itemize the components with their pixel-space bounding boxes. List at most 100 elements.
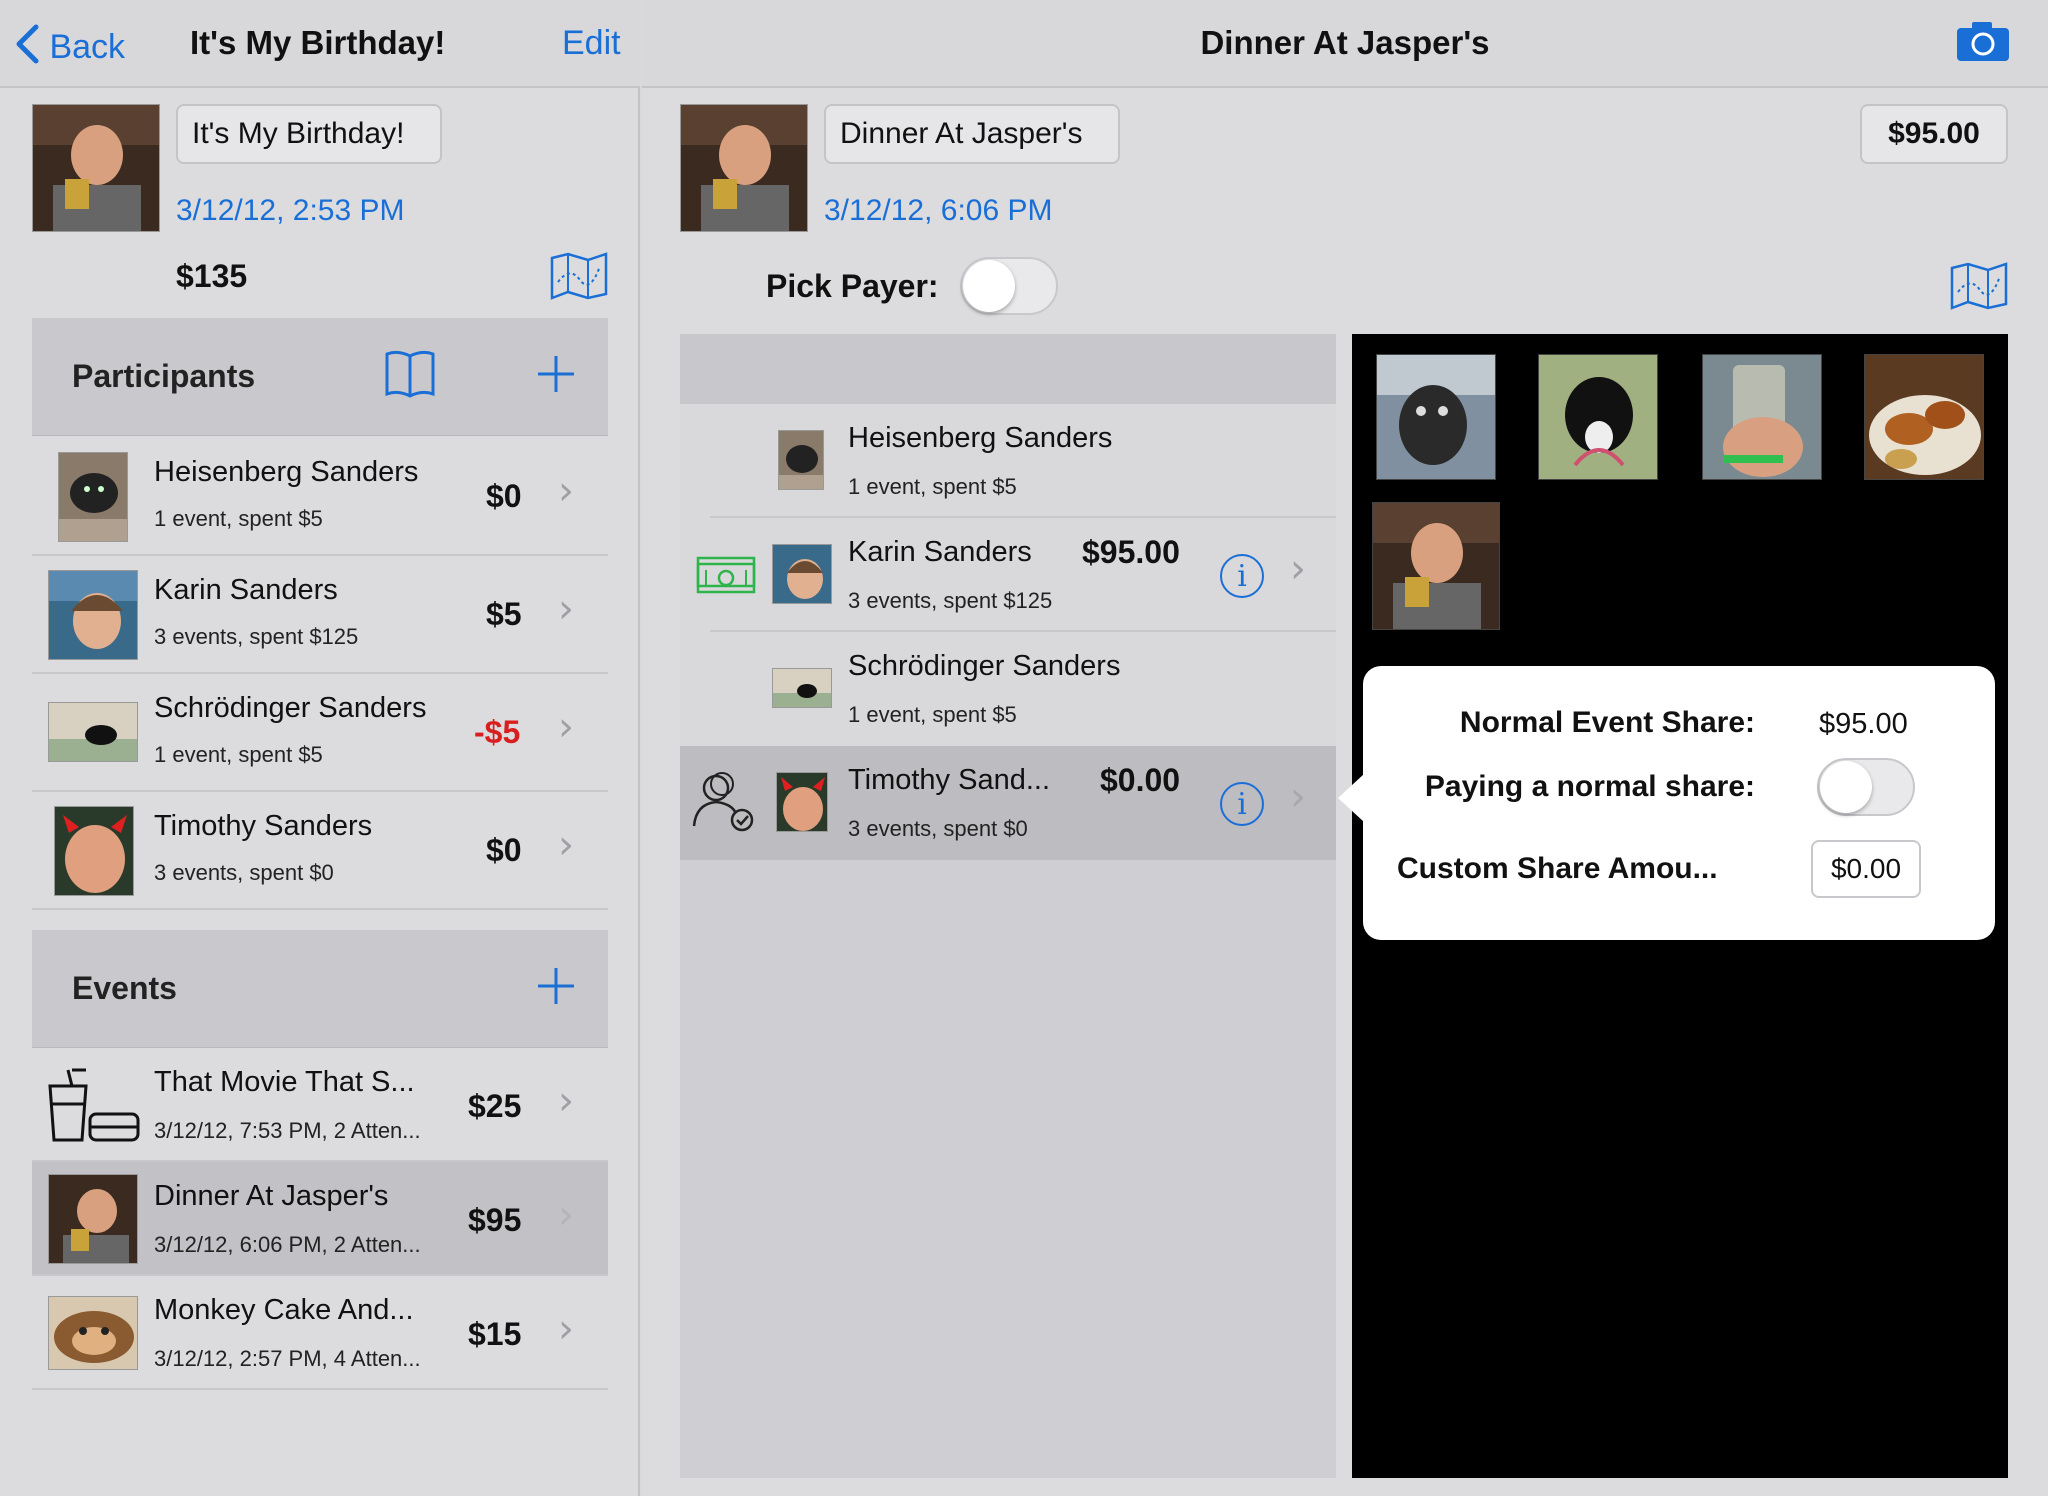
participant-name: Timothy Sanders xyxy=(154,810,373,842)
back-button[interactable]: Back xyxy=(14,24,125,67)
toggle-knob xyxy=(963,260,1015,312)
participants-title: Participants xyxy=(72,358,256,394)
event-amount: $25 xyxy=(468,1088,522,1124)
camera-icon xyxy=(1957,22,2009,61)
participant-avatar xyxy=(48,570,138,660)
info-icon: i xyxy=(1237,558,1247,594)
chevron-right-icon: › xyxy=(558,468,574,514)
event-amount: $95 xyxy=(468,1202,522,1238)
attendee-name: Heisenberg Sanders xyxy=(848,422,1113,454)
event-amount: $15 xyxy=(468,1316,522,1352)
attendee-paid-amount: $95.00 xyxy=(1082,534,1180,570)
photo-thumbnail[interactable] xyxy=(1372,502,1500,630)
participant-balance: $0 xyxy=(486,832,522,868)
participant-avatar xyxy=(58,452,128,542)
event-row[interactable]: That Movie That S... 3/12/12, 7:53 PM, 2… xyxy=(32,1048,608,1162)
event-row[interactable]: Monkey Cake And... 3/12/12, 2:57 PM, 4 A… xyxy=(32,1276,608,1390)
group-date[interactable]: 3/12/12, 2:53 PM xyxy=(176,194,405,228)
attendee-summary: 1 event, spent $5 xyxy=(848,702,1017,727)
attendee-row-selected[interactable]: Timothy Sand... 3 events, spent $0 $0.00… xyxy=(680,746,1336,860)
chevron-right-icon: › xyxy=(1290,774,1306,820)
participants-header: Participants xyxy=(32,318,608,436)
event-title: Dinner At Jasper's xyxy=(1200,24,1490,61)
group-total: $135 xyxy=(176,258,248,294)
movie-snack-icon xyxy=(46,1068,140,1149)
photo-thumbnail[interactable] xyxy=(1538,354,1658,480)
normal-share-label: Normal Event Share: xyxy=(1459,706,1755,739)
group-name-input[interactable]: It's My Birthday! xyxy=(176,104,442,164)
attendee-row[interactable]: Heisenberg Sanders 1 event, spent $5 xyxy=(680,404,1336,518)
custom-share-label: Custom Share Amou... xyxy=(1397,852,1718,885)
participant-summary: 3 events, spent $125 xyxy=(154,624,359,649)
event-name: That Movie That S... xyxy=(154,1066,415,1098)
attendee-avatar xyxy=(772,544,832,604)
group-photo[interactable] xyxy=(32,104,160,232)
photo-thumbnail[interactable] xyxy=(1702,354,1822,480)
chevron-right-icon: › xyxy=(558,1192,574,1238)
left-pane: Back It's My Birthday! Edit It's My Birt… xyxy=(0,0,640,1496)
right-navbar: Dinner At Jasper's xyxy=(642,0,2048,88)
add-event-button[interactable] xyxy=(536,966,576,1011)
normal-share-value: $95.00 xyxy=(1819,708,1908,740)
add-participant-button[interactable] xyxy=(536,354,576,399)
event-summary: 3/12/12, 7:53 PM, 2 Atten... xyxy=(154,1118,421,1143)
participant-row[interactable]: Schrödinger Sanders 1 event, spent $5 -$… xyxy=(32,674,608,792)
event-photo xyxy=(48,1296,138,1370)
attendee-list-header xyxy=(680,334,1336,404)
attendee-summary: 3 events, spent $125 xyxy=(848,588,1053,613)
event-date[interactable]: 3/12/12, 6:06 PM xyxy=(824,194,1053,228)
participant-row[interactable]: Timothy Sanders 3 events, spent $0 $0 › xyxy=(32,792,608,910)
attendee-name: Karin Sanders xyxy=(848,536,1032,568)
map-icon[interactable] xyxy=(1950,262,2008,315)
camera-button[interactable] xyxy=(1956,20,2010,67)
participant-name: Karin Sanders xyxy=(154,574,338,606)
pick-payer-label: Pick Payer: xyxy=(766,268,939,304)
map-icon[interactable] xyxy=(550,252,608,305)
pick-payer-toggle[interactable] xyxy=(960,257,1058,315)
event-row-selected[interactable]: Dinner At Jasper's 3/12/12, 6:06 PM, 2 A… xyxy=(32,1162,608,1276)
paying-normal-share-label: Paying a normal share: xyxy=(1424,770,1755,803)
info-button[interactable]: i xyxy=(1220,554,1264,598)
custom-share-input[interactable]: $0.00 xyxy=(1811,840,1921,898)
event-summary: 3/12/12, 6:06 PM, 2 Atten... xyxy=(154,1232,421,1257)
attendee-name: Schrödinger Sanders xyxy=(848,650,1121,682)
chevron-right-icon: › xyxy=(558,1306,574,1352)
event-name: Dinner At Jasper's xyxy=(154,1180,389,1212)
group-title: It's My Birthday! xyxy=(190,24,446,61)
chevron-right-icon: › xyxy=(1290,546,1306,592)
chevron-right-icon: › xyxy=(558,822,574,868)
attendee-row[interactable]: Schrödinger Sanders 1 event, spent $5 xyxy=(680,632,1336,746)
attendee-avatar xyxy=(778,430,824,490)
chevron-right-icon: › xyxy=(558,586,574,632)
photo-thumbnail[interactable] xyxy=(1864,354,1984,480)
event-photo-large[interactable] xyxy=(680,104,808,232)
paying-normal-share-toggle[interactable] xyxy=(1817,758,1915,816)
participant-name: Heisenberg Sanders xyxy=(154,456,419,488)
address-book-icon[interactable] xyxy=(384,348,436,403)
toggle-knob xyxy=(1820,761,1872,813)
chevron-right-icon: › xyxy=(558,704,574,750)
event-name-input[interactable]: Dinner At Jasper's xyxy=(824,104,1120,164)
participant-row[interactable]: Heisenberg Sanders 1 event, spent $5 $0 … xyxy=(32,438,608,556)
attendee-row-payer[interactable]: Karin Sanders 3 events, spent $125 $95.0… xyxy=(680,518,1336,632)
participant-avatar xyxy=(54,806,134,896)
event-amount-input[interactable]: $95.00 xyxy=(1860,104,2008,164)
attendee-summary: 1 event, spent $5 xyxy=(848,474,1017,499)
plus-icon xyxy=(538,968,574,1004)
attendee-list: Heisenberg Sanders 1 event, spent $5 Kar… xyxy=(680,334,1336,1478)
edit-button[interactable]: Edit xyxy=(562,24,621,63)
info-button[interactable]: i xyxy=(1220,782,1264,826)
share-popover: Normal Event Share: $95.00 Paying a norm… xyxy=(1363,666,1995,940)
participant-summary: 1 event, spent $5 xyxy=(154,506,323,531)
event-name: Monkey Cake And... xyxy=(154,1294,414,1326)
chevron-left-icon xyxy=(16,24,39,64)
photo-thumbnail[interactable] xyxy=(1376,354,1496,480)
back-label: Back xyxy=(49,28,126,66)
popover-arrow xyxy=(1338,774,1364,822)
chevron-right-icon: › xyxy=(558,1078,574,1124)
participant-row[interactable]: Karin Sanders 3 events, spent $125 $5 › xyxy=(32,556,608,674)
attendee-avatar xyxy=(776,772,828,832)
participant-summary: 3 events, spent $0 xyxy=(154,860,334,885)
participant-balance: $5 xyxy=(486,596,522,632)
money-icon xyxy=(696,556,756,601)
